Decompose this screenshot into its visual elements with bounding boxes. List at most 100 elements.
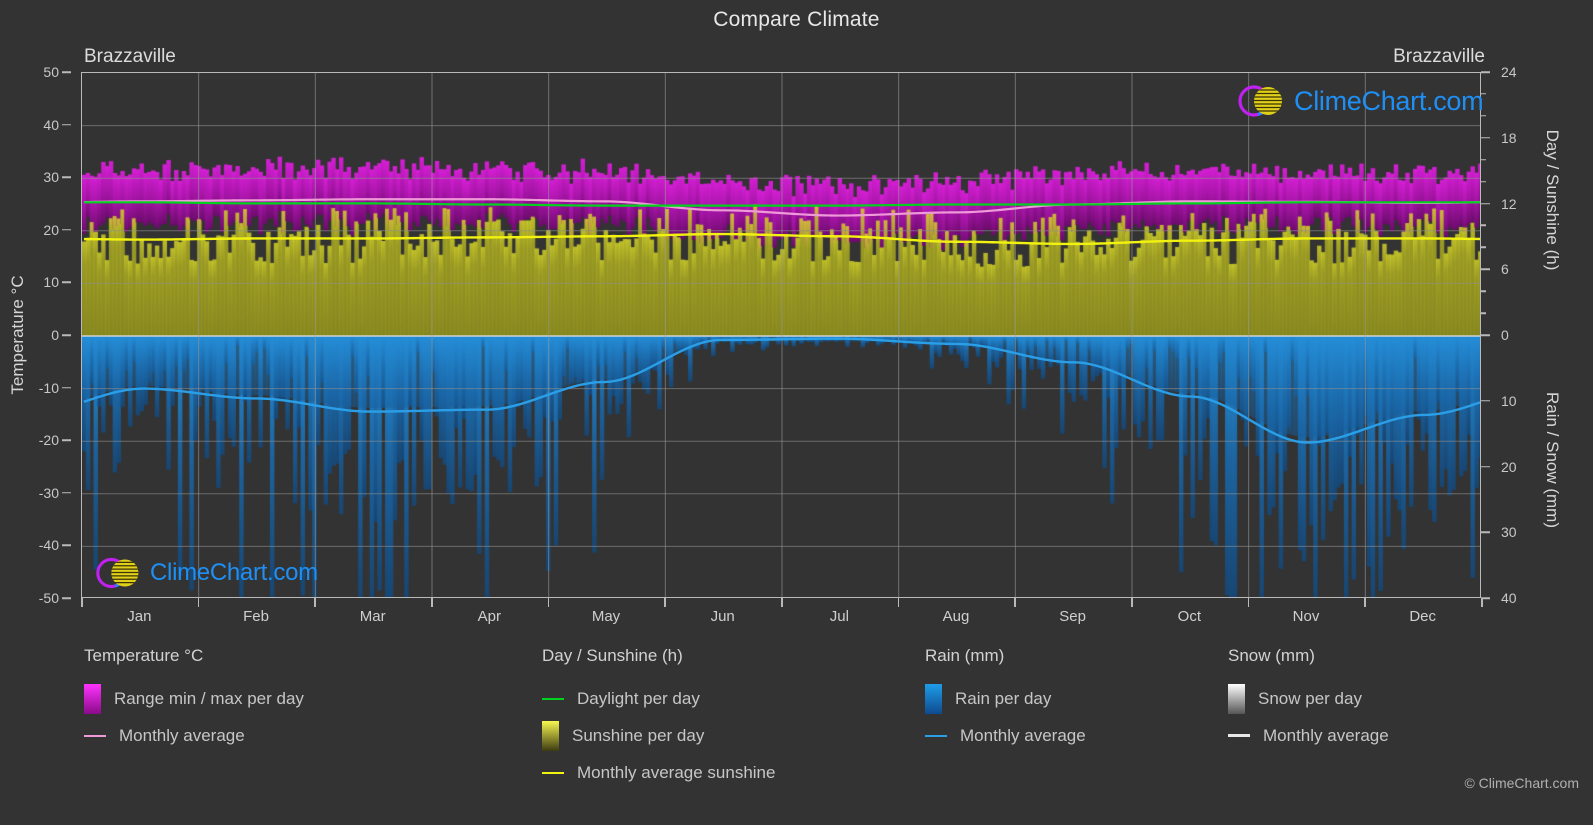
x-tick-nov: Nov [1292, 608, 1320, 625]
legend-swatch-line [84, 734, 106, 737]
x-tickmark [314, 598, 316, 607]
legend-item-label: Monthly average [1263, 725, 1389, 745]
city-label-left: Brazzaville [84, 46, 176, 67]
legend-item-label: Sunshine per day [572, 725, 705, 745]
legend-item[interactable]: Monthly average [925, 717, 1086, 754]
y-right-mm-tick-20: 20 [1501, 458, 1517, 475]
y-left-tickmark [62, 334, 71, 336]
y-left-tickmark [62, 492, 71, 494]
legend-item[interactable]: Daylight per day [542, 680, 775, 717]
climechart-logo-text: ClimeChart.com [1294, 85, 1484, 116]
legend-item[interactable]: Monthly average sunshine [542, 754, 775, 791]
x-tickmark [1247, 598, 1250, 607]
x-tickmark [1014, 598, 1016, 607]
y-left-tick-40: 40 [43, 116, 59, 133]
chart-legend: © ClimeChart.com Temperature °C Range min… [0, 646, 1593, 811]
y-left-tick--20: -20 [38, 432, 59, 449]
x-tickmark [431, 598, 433, 607]
y-left-tick--50: -50 [38, 590, 59, 606]
y-right-tickmark [1481, 465, 1490, 468]
legend-column-rain: Rain (mm) Rain per day Monthly average [925, 646, 1086, 754]
y-right-tickmark [1481, 400, 1490, 402]
y-right-mm-tick-30: 30 [1501, 524, 1517, 541]
legend-swatch-gradient [84, 683, 101, 714]
y-left-tick--10: -10 [38, 379, 59, 396]
y-left-tick-30: 30 [43, 169, 59, 186]
x-tick-sep: Sep [1059, 608, 1087, 625]
y-axis-left-title: Temperature °C [8, 275, 27, 395]
legend-item[interactable]: Rain per day [925, 680, 1086, 717]
x-tickmark-edge [1481, 598, 1483, 607]
y-left-tick-20: 20 [43, 221, 59, 238]
y-left-tickmark [62, 71, 71, 73]
y-right-hours-tick-6: 6 [1501, 261, 1509, 278]
legend-swatch-gradient [1228, 683, 1245, 714]
x-tick-may: May [591, 608, 621, 625]
legend-swatch-line [1228, 734, 1250, 737]
y-right-tickmark [1481, 531, 1490, 533]
x-tickmark [897, 598, 900, 607]
legend-item-label: Monthly average [119, 725, 245, 745]
legend-swatch-gradient [542, 720, 559, 751]
legend-item-label: Monthly average [960, 725, 1086, 745]
legend-column-day: Day / Sunshine (h) Daylight per day Sunshi… [542, 646, 775, 791]
climechart-logo-large: ClimeChart.com [1234, 80, 1484, 122]
y-left-tick--30: -30 [38, 484, 59, 501]
y-left-tick--40: -40 [38, 537, 59, 554]
y-left-tickmark [62, 544, 71, 547]
legend-item[interactable]: Snow per day [1228, 680, 1389, 717]
x-tickmark [1364, 598, 1366, 607]
y-left-tickmark [62, 229, 71, 231]
y-right-tickmark [1481, 334, 1490, 336]
page-title: Compare Climate [713, 8, 880, 31]
y-axis-right-title-top: Day / Sunshine (h) [1543, 129, 1562, 271]
legend-item[interactable]: Monthly average [84, 717, 304, 754]
legend-swatch-gradient [925, 683, 942, 714]
x-tick-jul: Jul [829, 608, 849, 625]
y-right-hours-tick-18: 18 [1501, 129, 1517, 146]
legend-heading: Temperature °C [84, 646, 204, 665]
legend-item[interactable]: Sunshine per day [542, 717, 775, 754]
y-right-minor-tickmark [1481, 224, 1486, 227]
y-left-tickmark [62, 123, 71, 126]
x-tickmark [1131, 598, 1133, 607]
legend-column-snow: Snow (mm) Snow per day Monthly average [1228, 646, 1389, 754]
x-tick-oct: Oct [1177, 608, 1201, 625]
legend-item-label: Rain per day [955, 688, 1052, 708]
x-tick-apr: Apr [477, 608, 501, 625]
y-left-tickmark [62, 281, 71, 284]
y-axis-right-title-bottom: Rain / Snow (mm) [1543, 391, 1562, 529]
y-right-tickmark [1481, 137, 1490, 139]
legend-item-label: Range min / max per day [114, 688, 304, 708]
legend-swatch-line [542, 771, 564, 774]
y-right-minor-tickmark [1481, 180, 1486, 183]
legend-item[interactable]: Monthly average [1228, 717, 1389, 754]
climechart-logo-text-small: ClimeChart.com [150, 559, 318, 586]
y-right-minor-tickmark [1481, 158, 1486, 161]
legend-swatch-line [925, 734, 947, 737]
climate-chart-plot [81, 72, 1481, 598]
legend-heading: Rain (mm) [925, 646, 1005, 665]
climechart-logo-small: ClimeChart.com [92, 552, 318, 594]
climechart-logo-mark-small [92, 552, 150, 594]
x-tick-dec: Dec [1409, 608, 1436, 625]
daily-bars-layer [82, 73, 1480, 597]
y-right-mm-tick-40: 40 [1501, 590, 1517, 606]
x-tickmark [197, 598, 200, 607]
y-left-tickmark [62, 439, 71, 441]
y-right-tickmark [1481, 202, 1490, 205]
y-left-tickmark [62, 386, 71, 389]
x-tick-feb: Feb [243, 608, 269, 625]
copyright-notice: © ClimeChart.com [1464, 775, 1579, 791]
x-tick-jan: Jan [127, 608, 152, 625]
x-tickmark-edge [81, 598, 83, 607]
x-tick-aug: Aug [942, 608, 970, 625]
legend-item-label: Daylight per day [577, 688, 700, 708]
x-tickmark [664, 598, 666, 607]
y-left-tick-0: 0 [51, 327, 59, 343]
legend-column-temperature: Temperature °C Range min / max per day Mon… [84, 646, 304, 754]
legend-item[interactable]: Range min / max per day [84, 680, 304, 717]
y-right-minor-tickmark [1481, 246, 1486, 249]
legend-heading: Snow (mm) [1228, 646, 1315, 665]
city-label-right: Brazzaville [1393, 46, 1485, 67]
